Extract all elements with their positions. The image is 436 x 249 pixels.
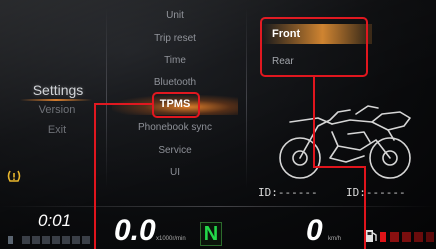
column-divider-right <box>246 8 247 188</box>
rear-annotation-connector-vertical <box>364 166 366 249</box>
fuel-gauge <box>380 230 434 242</box>
speed-value: 0 <box>306 214 323 247</box>
rear-sensor-id: ID:------ <box>346 186 406 199</box>
fuel-pump-icon <box>364 228 378 244</box>
tire-pressure-warning-icon <box>6 168 22 184</box>
menu-item-version[interactable]: Version <box>22 104 92 116</box>
front-rear-annotation-box <box>260 17 368 77</box>
submenu-item-phonebook-sync[interactable]: Phonebook sync <box>112 122 238 133</box>
rpm-unit: x1000r/min <box>156 236 186 242</box>
submenu-item-ui[interactable]: UI <box>112 167 238 178</box>
temperature-gauge <box>8 232 92 244</box>
motorcycle-icon <box>272 96 422 186</box>
submenu-item-time[interactable]: Time <box>112 55 238 66</box>
clock: 0:01 <box>38 211 72 230</box>
tpms-annotation-box <box>152 92 200 118</box>
tpms-annotation-connector-vertical <box>94 103 96 249</box>
front-annotation-connector-vertical <box>313 77 315 167</box>
gear-indicator: N <box>200 222 222 246</box>
submenu-item-bluetooth[interactable]: Bluetooth <box>112 77 238 88</box>
tpms-annotation-connector-horizontal <box>94 103 152 105</box>
rpm-value: 0.0 <box>114 214 156 247</box>
settings-selection-underline <box>20 99 92 101</box>
status-bar-separator <box>0 206 436 207</box>
submenu-item-unit[interactable]: Unit <box>112 10 238 21</box>
front-annotation-connector-horizontal <box>313 166 365 168</box>
menu-item-settings[interactable]: Settings <box>18 82 98 98</box>
menu-item-exit[interactable]: Exit <box>22 124 92 136</box>
speed-unit: km/h <box>328 236 342 242</box>
front-sensor-id: ID:------ <box>258 186 318 199</box>
column-divider-left <box>106 8 107 188</box>
dashboard-screen: Settings Version Exit Unit Trip reset Ti… <box>0 0 436 249</box>
submenu-item-trip-reset[interactable]: Trip reset <box>112 33 238 44</box>
submenu-item-service[interactable]: Service <box>112 145 238 156</box>
